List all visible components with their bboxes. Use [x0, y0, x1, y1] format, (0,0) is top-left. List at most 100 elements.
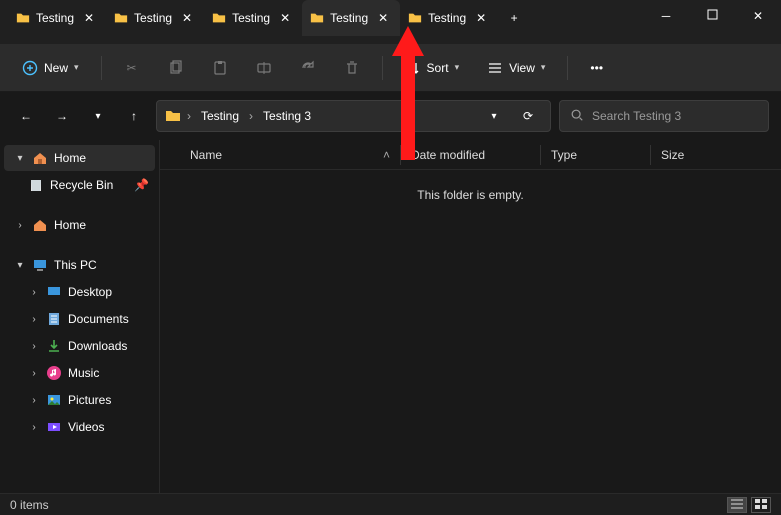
more-button[interactable]: ••• — [580, 55, 613, 81]
cut-icon: ✂ — [124, 60, 140, 76]
minimize-button[interactable]: ─ — [643, 0, 689, 32]
sidebar-item-music[interactable]: › Music — [4, 360, 155, 386]
view-icon — [487, 60, 503, 76]
column-type[interactable]: Type — [540, 145, 650, 165]
sidebar-item-home[interactable]: › Home — [4, 212, 155, 238]
chevron-down-icon: ▾ — [74, 62, 79, 73]
close-icon[interactable]: ✕ — [472, 9, 490, 27]
sidebar-item-home-quick[interactable]: ▾ Home — [4, 145, 155, 171]
chevron-right-icon: › — [28, 395, 40, 406]
close-icon[interactable]: ✕ — [374, 9, 392, 27]
refresh-button[interactable]: ⟳ — [514, 102, 542, 130]
tab-4-active[interactable]: Testing ✕ — [302, 0, 400, 36]
column-name[interactable]: Name ˄ — [180, 145, 400, 165]
chevron-right-icon: › — [28, 422, 40, 433]
column-label: Name — [190, 148, 222, 162]
sidebar-item-videos[interactable]: › Videos — [4, 414, 155, 440]
tab-strip: Testing ✕ Testing ✕ Testing ✕ Testing ✕ … — [0, 0, 643, 36]
new-button[interactable]: New ▾ — [12, 54, 89, 82]
more-icon: ••• — [590, 61, 603, 75]
close-icon[interactable]: ✕ — [80, 9, 98, 27]
column-size[interactable]: Size — [650, 145, 720, 165]
sidebar-item-pictures[interactable]: › Pictures — [4, 387, 155, 413]
arrow-right-icon: → — [56, 109, 68, 123]
chevron-right-icon: › — [187, 109, 191, 123]
column-label: Type — [551, 148, 577, 162]
close-icon: ✕ — [753, 9, 763, 23]
breadcrumb[interactable]: › Testing › Testing 3 ▾ ⟳ — [156, 100, 551, 132]
breadcrumb-dropdown[interactable]: ▾ — [480, 102, 508, 130]
thumbnails-view-button[interactable] — [751, 497, 771, 513]
maximize-button[interactable] — [689, 0, 735, 32]
recent-button[interactable]: ▾ — [84, 102, 112, 130]
sidebar-label: Desktop — [68, 285, 112, 299]
details-view-button[interactable] — [727, 497, 747, 513]
close-icon[interactable]: ✕ — [276, 9, 294, 27]
view-label: View — [509, 61, 535, 75]
cut-button[interactable]: ✂ — [114, 54, 150, 82]
paste-icon — [212, 60, 228, 76]
search-icon — [570, 108, 584, 125]
crumb-testing-3[interactable]: Testing 3 — [259, 107, 315, 125]
chevron-down-icon: ▾ — [541, 62, 546, 73]
back-button[interactable]: ← — [12, 102, 40, 130]
tab-3[interactable]: Testing ✕ — [204, 0, 302, 36]
details-icon — [731, 498, 743, 512]
sort-button[interactable]: Sort ▾ — [395, 54, 470, 82]
this-pc-icon — [32, 257, 48, 273]
sidebar-item-recycle-bin[interactable]: Recycle Bin 📌 — [4, 172, 155, 198]
column-label: Date modified — [411, 148, 485, 162]
sidebar-item-downloads[interactable]: › Downloads — [4, 333, 155, 359]
plus-icon: + — [511, 11, 518, 25]
sidebar-label: Recycle Bin — [50, 178, 113, 192]
search-box[interactable] — [559, 100, 769, 132]
pictures-icon — [46, 392, 62, 408]
tab-1[interactable]: Testing ✕ — [8, 0, 106, 36]
sidebar-item-desktop[interactable]: › Desktop — [4, 279, 155, 305]
column-label: Size — [661, 148, 684, 162]
sidebar-label: Pictures — [68, 393, 111, 407]
up-button[interactable]: ↑ — [120, 102, 148, 130]
view-toggle — [727, 497, 771, 513]
new-tab-button[interactable]: + — [498, 0, 530, 36]
chevron-right-icon: › — [28, 314, 40, 325]
tab-5[interactable]: Testing ✕ — [400, 0, 498, 36]
content-pane: Name ˄ Date modified Type Size This fold… — [160, 140, 781, 493]
sidebar-item-this-pc[interactable]: ▾ This PC — [4, 252, 155, 278]
recycle-bin-icon — [28, 177, 44, 193]
view-button[interactable]: View ▾ — [477, 54, 555, 82]
rename-button[interactable] — [246, 54, 282, 82]
command-toolbar: New ▾ ✂ Sort ▾ View ▾ ••• — [0, 44, 781, 92]
pin-icon: 📌 — [134, 178, 149, 192]
refresh-icon: ⟳ — [523, 109, 533, 123]
delete-button[interactable] — [334, 54, 370, 82]
sidebar-label: Music — [68, 366, 99, 380]
downloads-icon — [46, 338, 62, 354]
close-window-button[interactable]: ✕ — [735, 0, 781, 32]
empty-folder-text: This folder is empty. — [160, 170, 781, 202]
forward-button[interactable]: → — [48, 102, 76, 130]
title-bar: Testing ✕ Testing ✕ Testing ✕ Testing ✕ … — [0, 0, 781, 44]
chevron-right-icon: › — [249, 109, 253, 123]
rename-icon — [256, 60, 272, 76]
paste-button[interactable] — [202, 54, 238, 82]
sidebar-item-documents[interactable]: › Documents — [4, 306, 155, 332]
crumb-testing[interactable]: Testing — [197, 107, 243, 125]
copy-button[interactable] — [158, 54, 194, 82]
address-bar: ← → ▾ ↑ › Testing › Testing 3 ▾ ⟳ — [0, 92, 781, 140]
close-icon[interactable]: ✕ — [178, 9, 196, 27]
share-button[interactable] — [290, 54, 326, 82]
folder-icon — [310, 11, 324, 25]
trash-icon — [344, 60, 360, 76]
tab-2[interactable]: Testing ✕ — [106, 0, 204, 36]
sidebar-label: This PC — [54, 258, 97, 272]
sidebar-label: Downloads — [68, 339, 127, 353]
window-controls: ─ ✕ — [643, 0, 781, 32]
column-date[interactable]: Date modified — [400, 145, 540, 165]
chevron-right-icon: › — [28, 368, 40, 379]
separator — [101, 56, 102, 80]
search-input[interactable] — [592, 109, 758, 123]
chevron-down-icon: ▾ — [14, 260, 26, 271]
sidebar-label: Home — [54, 151, 86, 165]
status-bar: 0 items — [0, 493, 781, 515]
